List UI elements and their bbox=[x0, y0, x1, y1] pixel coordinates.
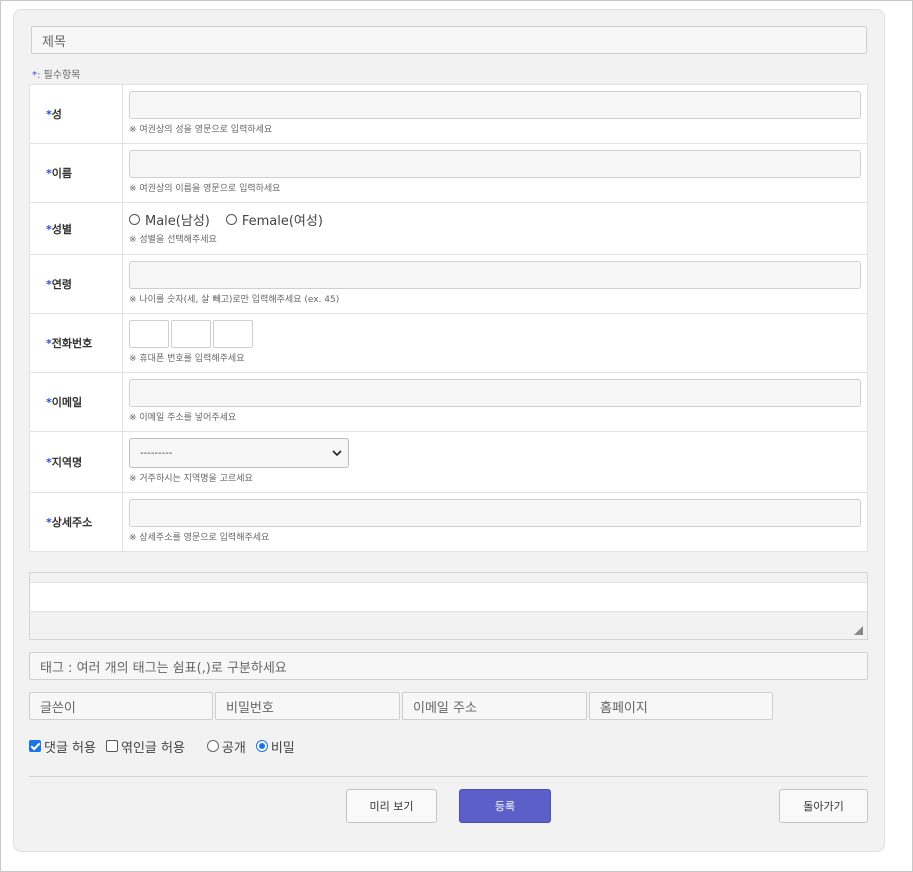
form-row-age: *연령 ※ 나이를 숫자(세, 살 빼고)로만 입력해주세요 (ex. 45) bbox=[29, 254, 868, 314]
editor-statusbar bbox=[30, 611, 867, 639]
required-note-text: : 필수항목 bbox=[37, 70, 81, 81]
allow-trackback-option[interactable]: 엮인글 허용 bbox=[105, 737, 185, 756]
gender-male-option[interactable]: Male(남성) bbox=[129, 210, 210, 229]
allow-trackback-label: 엮인글 허용 bbox=[120, 740, 185, 756]
radio-female[interactable] bbox=[225, 213, 237, 225]
label-gender: 성별 bbox=[51, 222, 73, 236]
phone-fields bbox=[129, 320, 861, 348]
form-row-region: *지역명 --------- ※ 거주하시는 지역명을 고르세요 bbox=[29, 431, 868, 493]
visibility-secret-option[interactable]: 비밀 bbox=[255, 737, 295, 756]
age-hint: ※ 나이를 숫자(세, 살 빼고)로만 입력해주세요 (ex. 45) bbox=[129, 295, 340, 305]
region-select-value: --------- bbox=[140, 447, 173, 459]
writer-input[interactable]: 글쓴이 bbox=[29, 692, 213, 720]
homepage-placeholder: 홈페이지 bbox=[600, 700, 648, 716]
label-first-name: 이름 bbox=[51, 167, 73, 180]
region-select[interactable]: --------- bbox=[129, 438, 349, 468]
homepage-input[interactable]: 홈페이지 bbox=[589, 692, 773, 720]
phone-part-2-input[interactable] bbox=[171, 320, 211, 348]
author-email-placeholder: 이메일 주소 bbox=[413, 700, 477, 716]
label-address: 상세주소 bbox=[51, 516, 93, 529]
phone-hint: ※ 휴대폰 번호를 입력해주세요 bbox=[129, 354, 245, 364]
back-button[interactable]: 돌아가기 bbox=[779, 789, 868, 823]
radio-male[interactable] bbox=[129, 213, 140, 225]
visibility-secret-radio[interactable] bbox=[255, 740, 268, 752]
form-row-first-name: *이름 ※ 여권상의 이름을 영문으로 입력하세요 bbox=[29, 143, 868, 203]
visibility-public-radio[interactable] bbox=[206, 740, 219, 752]
label-email: 이메일 bbox=[51, 396, 83, 409]
allow-comment-label: 댓글 허용 bbox=[44, 740, 96, 756]
phone-part-1-input[interactable] bbox=[129, 320, 169, 348]
label-phone: 전화번호 bbox=[51, 337, 93, 350]
region-hint: ※ 거주하시는 지역명을 고르세요 bbox=[129, 474, 253, 484]
email-input[interactable] bbox=[129, 379, 861, 407]
writer-placeholder: 글쓴이 bbox=[40, 700, 76, 716]
label-last-name: 성 bbox=[51, 108, 62, 121]
required-note: *: 필수항목 bbox=[32, 66, 80, 81]
title-input[interactable]: 제목 bbox=[31, 26, 867, 54]
age-input[interactable] bbox=[129, 261, 861, 289]
gender-male-label: Male(남성) bbox=[145, 213, 210, 229]
submit-button-label: 등록 bbox=[494, 800, 516, 813]
preview-button-label: 미리 보기 bbox=[369, 800, 414, 813]
row-label: *성 bbox=[29, 84, 123, 144]
member-form-table: *성 ※ 여권상의 성을 영문으로 입력하세요 *이름 ※ 여권상의 이름을 영… bbox=[29, 84, 868, 552]
password-placeholder: 비밀번호 bbox=[226, 700, 274, 716]
chevron-down-icon bbox=[332, 450, 342, 457]
form-row-email: *이메일 ※ 이메일 주소를 넣어주세요 bbox=[29, 372, 868, 432]
visibility-public-option[interactable]: 공개 bbox=[206, 737, 246, 756]
content-editor[interactable] bbox=[29, 572, 868, 640]
resize-grip-icon[interactable] bbox=[854, 626, 863, 635]
label-age: 연령 bbox=[51, 278, 73, 291]
submit-button[interactable]: 등록 bbox=[459, 789, 551, 823]
address-hint: ※ 상세주소를 영문으로 입력해주세요 bbox=[129, 533, 270, 543]
form-row-last-name: *성 ※ 여권상의 성을 영문으로 입력하세요 bbox=[29, 84, 868, 144]
tags-placeholder: 태그 : 여러 개의 태그는 쉼표(,)로 구분하세요 bbox=[40, 660, 287, 676]
gender-hint: ※ 성별을 선택해주세요 bbox=[129, 235, 217, 245]
password-input[interactable]: 비밀번호 bbox=[215, 692, 400, 720]
visibility-public-label: 공개 bbox=[221, 740, 246, 756]
post-options: 댓글 허용 엮인글 허용 공개 비밀 bbox=[29, 736, 295, 756]
gender-options: Male(남성) Female(여성) bbox=[129, 207, 861, 231]
last-name-hint: ※ 여권상의 성을 영문으로 입력하세요 bbox=[129, 125, 273, 135]
first-name-input[interactable] bbox=[129, 150, 861, 178]
allow-comment-option[interactable]: 댓글 허용 bbox=[29, 737, 96, 756]
allow-trackback-checkbox[interactable] bbox=[105, 740, 118, 752]
back-button-label: 돌아가기 bbox=[803, 800, 844, 813]
visibility-secret-label: 비밀 bbox=[270, 740, 295, 756]
editor-toolbar bbox=[30, 573, 867, 583]
gender-female-label: Female(여성) bbox=[241, 213, 323, 229]
form-row-phone: *전화번호 ※ 휴대폰 번호를 입력해주세요 bbox=[29, 313, 868, 373]
divider bbox=[29, 776, 868, 777]
author-email-input[interactable]: 이메일 주소 bbox=[402, 692, 587, 720]
phone-part-3-input[interactable] bbox=[213, 320, 253, 348]
allow-comment-checkbox[interactable] bbox=[29, 740, 41, 752]
tags-input[interactable]: 태그 : 여러 개의 태그는 쉼표(,)로 구분하세요 bbox=[29, 652, 868, 680]
first-name-hint: ※ 여권상의 이름을 영문으로 입력하세요 bbox=[129, 184, 281, 194]
form-row-address: *상세주소 ※ 상세주소를 영문으로 입력해주세요 bbox=[29, 492, 868, 552]
last-name-input[interactable] bbox=[129, 91, 861, 119]
title-placeholder: 제목 bbox=[42, 34, 66, 50]
preview-button[interactable]: 미리 보기 bbox=[346, 789, 437, 823]
address-input[interactable] bbox=[129, 499, 861, 527]
form-row-gender: *성별 Male(남성) Female(여성) ※ 성별을 선택해주세요 bbox=[29, 202, 868, 255]
gender-female-option[interactable]: Female(여성) bbox=[225, 210, 323, 229]
label-region: 지역명 bbox=[51, 456, 83, 469]
email-hint: ※ 이메일 주소를 넣어주세요 bbox=[129, 413, 237, 423]
